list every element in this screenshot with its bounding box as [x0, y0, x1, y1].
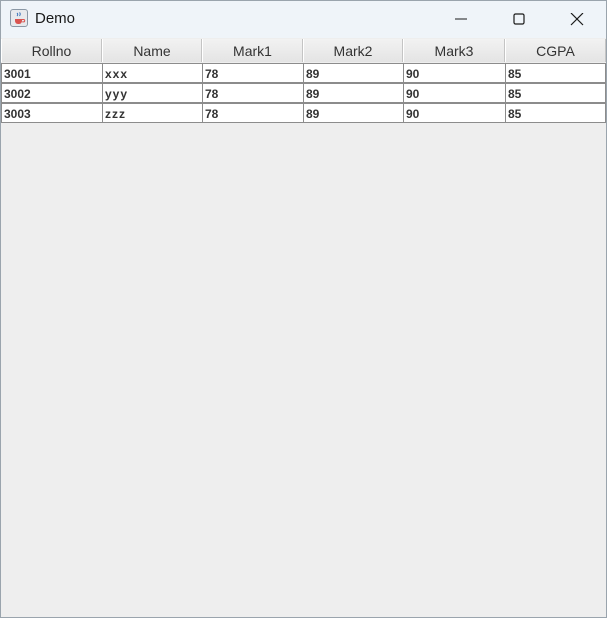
cell-mark1[interactable]: 78: [202, 63, 304, 83]
cell-rollno[interactable]: 3003: [1, 103, 103, 123]
cell-mark1[interactable]: 78: [202, 83, 304, 103]
minimize-icon: [455, 18, 467, 20]
column-header-mark3[interactable]: Mark3: [403, 39, 505, 62]
cell-name[interactable]: yyy: [102, 83, 203, 103]
minimize-button[interactable]: [432, 1, 490, 38]
cell-cgpa[interactable]: 85: [505, 83, 606, 103]
table-row[interactable]: 3002 yyy 78 89 90 85: [1, 83, 606, 103]
cell-name[interactable]: xxx: [102, 63, 203, 83]
cell-rollno[interactable]: 3002: [1, 83, 103, 103]
cell-mark3[interactable]: 90: [403, 83, 506, 103]
cell-cgpa[interactable]: 85: [505, 63, 606, 83]
cell-cgpa[interactable]: 85: [505, 103, 606, 123]
cell-mark2[interactable]: 89: [303, 83, 404, 103]
cell-mark3[interactable]: 90: [403, 103, 506, 123]
column-header-rollno[interactable]: Rollno: [1, 39, 102, 62]
cell-mark1[interactable]: 78: [202, 103, 304, 123]
window-title: Demo: [35, 10, 76, 27]
column-header-mark1[interactable]: Mark1: [202, 39, 303, 62]
maximize-button[interactable]: [490, 1, 548, 38]
cell-mark3[interactable]: 90: [403, 63, 506, 83]
close-button[interactable]: [548, 1, 606, 38]
app-window: Demo Rollno Name Mark1 Mark2 Mark3 CGPA: [0, 0, 607, 618]
cell-name[interactable]: zzz: [102, 103, 203, 123]
close-icon: [570, 13, 584, 26]
table-header: Rollno Name Mark1 Mark2 Mark3 CGPA: [1, 39, 606, 62]
cell-mark2[interactable]: 89: [303, 103, 404, 123]
column-header-mark2[interactable]: Mark2: [303, 39, 403, 62]
java-cup-icon: [10, 9, 28, 27]
column-header-name[interactable]: Name: [102, 39, 202, 62]
table-row[interactable]: 3003 zzz 78 89 90 85: [1, 103, 606, 123]
title-bar[interactable]: Demo: [1, 1, 606, 38]
table-row[interactable]: 3001 xxx 78 89 90 85: [1, 63, 606, 83]
cell-rollno[interactable]: 3001: [1, 63, 103, 83]
cell-mark2[interactable]: 89: [303, 63, 404, 83]
maximize-icon: [513, 13, 525, 25]
column-header-cgpa[interactable]: CGPA: [505, 39, 606, 62]
